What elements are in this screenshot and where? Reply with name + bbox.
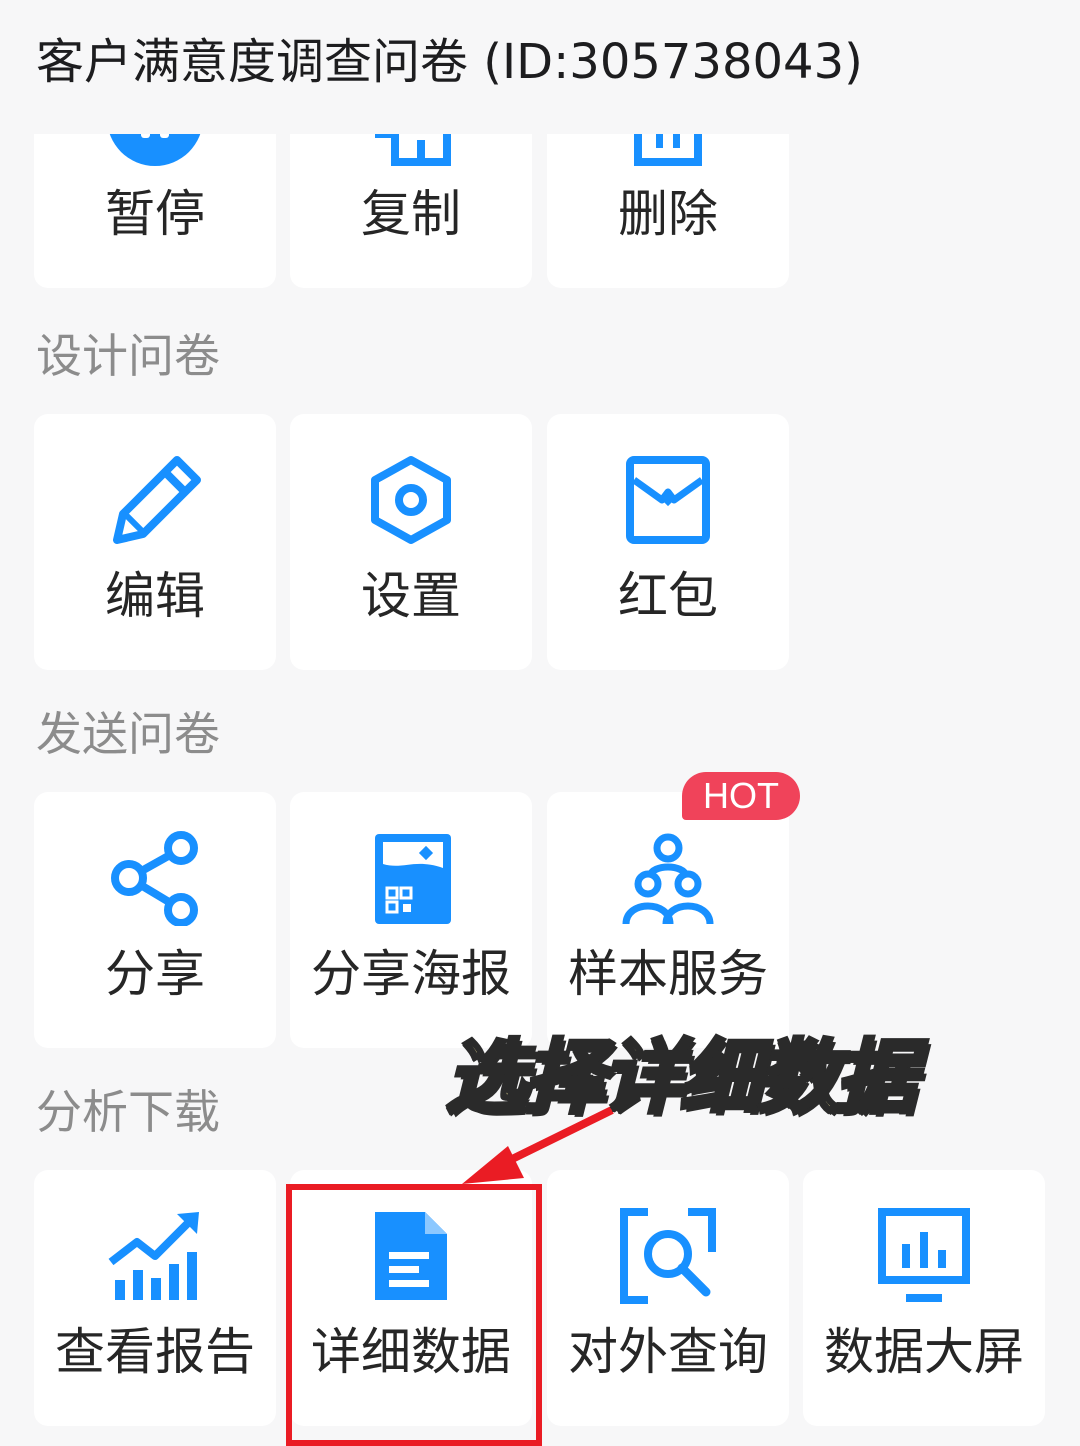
data-screen-label: 数据大屏 bbox=[824, 1323, 1024, 1381]
hot-badge: HOT bbox=[682, 772, 800, 820]
pause-card[interactable]: 暂停 bbox=[34, 134, 276, 288]
external-query-label: 对外查询 bbox=[568, 1323, 768, 1381]
settings-label: 设置 bbox=[361, 567, 461, 625]
red-envelope-label: 红包 bbox=[618, 567, 718, 625]
settings-card[interactable]: 设置 bbox=[290, 414, 532, 670]
pause-label: 暂停 bbox=[105, 185, 205, 243]
delete-label: 删除 bbox=[618, 185, 718, 243]
search-frame-icon bbox=[620, 1208, 716, 1304]
section-title-design: 设计问卷 bbox=[36, 329, 220, 383]
section-title-send: 发送问卷 bbox=[36, 707, 220, 761]
share-card[interactable]: 分享 bbox=[34, 792, 276, 1048]
edit-label: 编辑 bbox=[105, 567, 205, 625]
external-query-card[interactable]: 对外查询 bbox=[547, 1170, 789, 1426]
view-report-card[interactable]: 查看报告 bbox=[34, 1170, 276, 1426]
edit-card[interactable]: 编辑 bbox=[34, 414, 276, 670]
share-icon bbox=[107, 830, 203, 927]
copy-card[interactable]: 复制 bbox=[290, 134, 532, 288]
red-envelope-icon bbox=[620, 452, 716, 548]
trend-chart-icon bbox=[107, 1208, 203, 1304]
highlight-box bbox=[286, 1184, 542, 1446]
share-label: 分享 bbox=[105, 945, 205, 1003]
pencil-icon bbox=[107, 452, 203, 548]
data-screen-card[interactable]: 数据大屏 bbox=[803, 1170, 1045, 1426]
section-title-analyze: 分析下载 bbox=[36, 1085, 220, 1139]
sample-service-card[interactable]: 样本服务 bbox=[547, 792, 789, 1048]
hexagon-settings-icon bbox=[363, 452, 459, 548]
page-title: 客户满意度调查问卷 (ID:305738043) bbox=[36, 34, 863, 90]
delete-icon bbox=[620, 134, 716, 166]
sample-service-label: 样本服务 bbox=[568, 945, 768, 1003]
annotation-text: 选择详细数据 bbox=[444, 1029, 918, 1126]
share-poster-card[interactable]: 分享海报 bbox=[290, 792, 532, 1048]
delete-card[interactable]: 删除 bbox=[547, 134, 789, 288]
share-poster-label: 分享海报 bbox=[311, 945, 511, 1003]
copy-icon bbox=[363, 134, 459, 166]
pause-icon bbox=[107, 134, 203, 166]
users-group-icon bbox=[620, 830, 716, 926]
red-envelope-card[interactable]: 红包 bbox=[547, 414, 789, 670]
copy-label: 复制 bbox=[361, 185, 461, 243]
view-report-label: 查看报告 bbox=[55, 1323, 255, 1381]
monitor-chart-icon bbox=[876, 1208, 972, 1304]
top-action-row: 暂停 复制 删除 bbox=[0, 134, 1080, 294]
poster-qr-icon bbox=[363, 830, 459, 926]
